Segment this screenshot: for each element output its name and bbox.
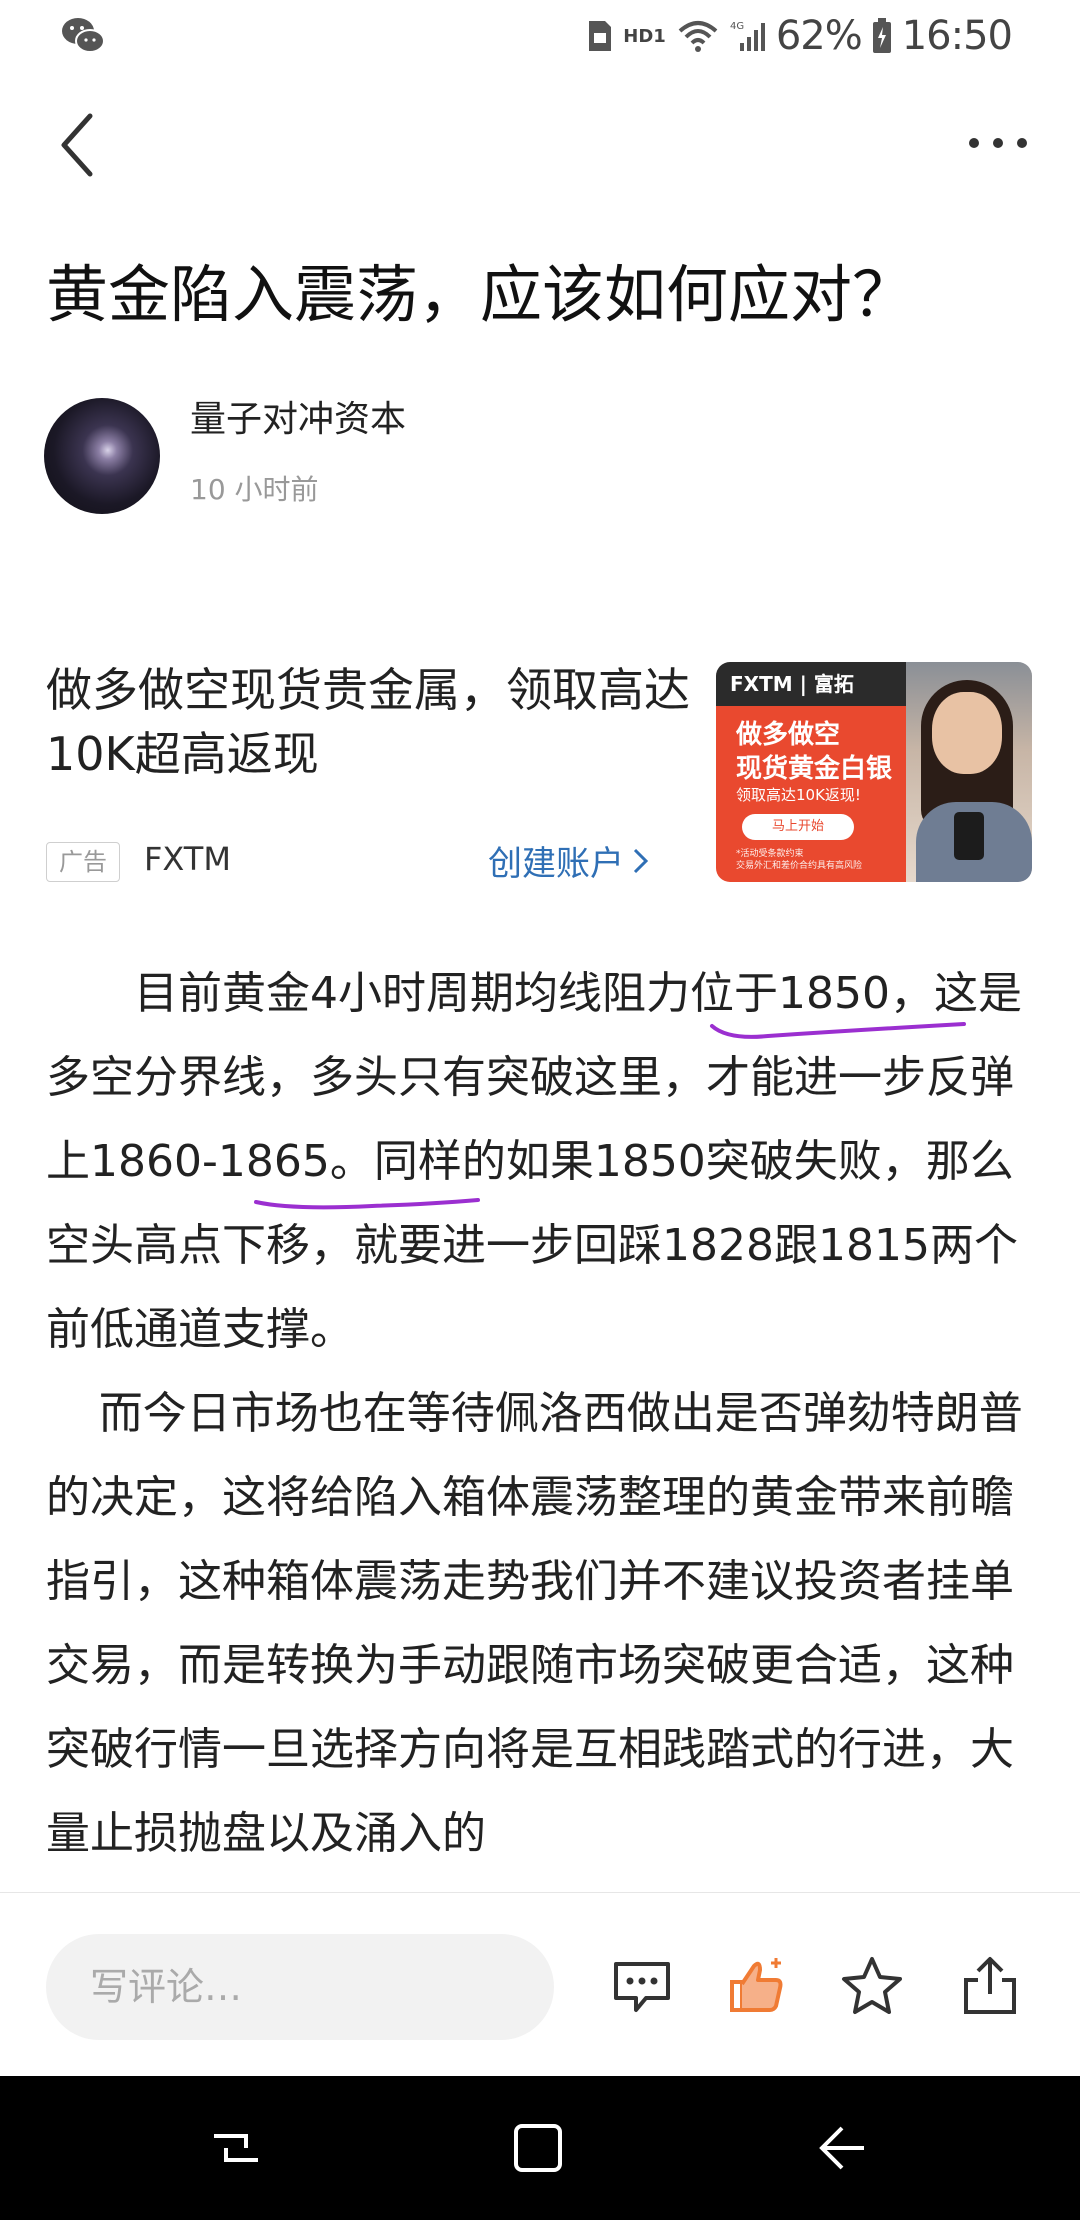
home-icon[interactable] [508, 2118, 568, 2178]
back-button[interactable] [48, 110, 108, 180]
ad-image-fineprint: *活动受条款约束 交易外汇和差价合约具有高风险 [736, 848, 862, 872]
clock: 16:50 [901, 13, 1013, 59]
underline-annotation-1860 [254, 1198, 480, 1210]
ad-image-line2: 现货黄金白银 [736, 754, 893, 784]
ad-model-face [932, 692, 1002, 774]
sim-icon [589, 21, 612, 51]
underline-annotation-1850 [710, 1022, 966, 1039]
ad-headline[interactable]: 做多做空现货贵金属，领取高达10K超高返现 [46, 658, 706, 786]
recent-apps-icon[interactable] [206, 2118, 266, 2178]
chevron-right-icon [633, 848, 649, 873]
comment-input[interactable]: 写评论… [46, 1934, 554, 2040]
comment-icon[interactable] [610, 1954, 674, 2018]
more-options-icon[interactable] [966, 118, 1030, 168]
create-account-link[interactable]: 创建账户 [488, 836, 650, 885]
ad-image-header: FXTM | 富拓 [716, 662, 920, 706]
ad-image[interactable]: FXTM | 富拓 做多做空 现货黄金白银 领取高达10K返现! 马上开始 *活… [716, 662, 1032, 882]
article-title: 黄金陷入震荡，应该如何应对？ [46, 258, 915, 331]
hd-label: HD1 [623, 25, 666, 47]
create-account-label: 创建账户 [488, 844, 624, 884]
publish-time: 10 小时前 [190, 473, 319, 506]
network-label: 4G [730, 21, 744, 32]
ad-image-button: 马上开始 [742, 814, 854, 840]
ad-image-title: 做多做空 现货黄金白银 [736, 718, 892, 786]
ad-image-fine1: *活动受条款约束 [736, 849, 804, 859]
ad-tag: 广告 [46, 842, 120, 882]
wifi-icon [678, 21, 718, 52]
article-body: 目前黄金4小时周期均线阻力位于1850，这是多空分界线，多头只有突破这里，才能进… [46, 952, 1036, 1876]
ad-image-sub: 领取高达10K返现! [736, 786, 861, 804]
battery-percent: 62% [775, 13, 863, 59]
status-bar: HD1 4G 62% 16:50 [0, 0, 1080, 72]
paragraph-1: 目前黄金4小时周期均线阻力位于1850，这是多空分界线，多头只有突破这里，才能进… [46, 968, 1022, 1355]
ad-image-panel: 做多做空 现货黄金白银 领取高达10K返现! 马上开始 *活动受条款约束 交易外… [716, 706, 906, 882]
ad-brand: FXTM [144, 840, 231, 878]
share-icon[interactable] [958, 1954, 1022, 2018]
paragraph-2: 而今日市场也在等待佩洛西做出是否弹劾特朗普的决定，这将给陷入箱体震荡整理的黄金带… [46, 1388, 1023, 1859]
star-icon[interactable] [840, 1954, 904, 2018]
ad-image-line1: 做多做空 [736, 720, 841, 750]
like-icon[interactable] [726, 1954, 790, 2018]
wechat-icon [62, 18, 105, 53]
author-avatar[interactable] [44, 398, 160, 514]
author-name[interactable]: 量子对冲资本 [190, 390, 406, 442]
battery-icon [872, 18, 891, 53]
signal-icon: 4G [730, 21, 765, 51]
ad-image-fine2: 交易外汇和差价合约具有高风险 [736, 861, 863, 871]
ad-model-phone [954, 812, 984, 860]
nav-back-icon[interactable] [812, 2118, 872, 2178]
